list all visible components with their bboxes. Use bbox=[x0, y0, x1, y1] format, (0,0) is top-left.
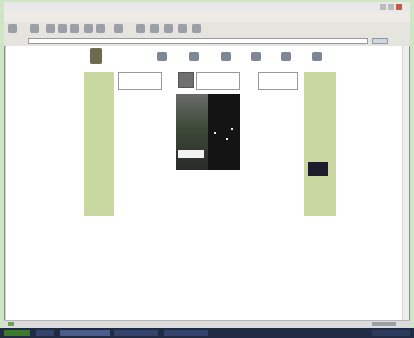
right-nav-item[interactable] bbox=[306, 90, 334, 98]
nav-icon-5[interactable] bbox=[281, 52, 291, 61]
feature-icon bbox=[178, 72, 194, 88]
minimize-icon[interactable] bbox=[380, 4, 386, 10]
system-tray-clock[interactable] bbox=[372, 330, 410, 336]
edit-icon[interactable] bbox=[164, 24, 173, 33]
mail-icon[interactable] bbox=[136, 24, 145, 33]
info-box-right-text bbox=[261, 75, 295, 87]
right-nav-item[interactable] bbox=[306, 146, 334, 154]
history-icon[interactable] bbox=[114, 24, 123, 33]
taskbar-button-browser[interactable] bbox=[60, 330, 110, 336]
refresh-icon[interactable] bbox=[58, 24, 67, 33]
center-text[interactable] bbox=[176, 182, 206, 190]
nav-icon-3[interactable] bbox=[221, 52, 231, 61]
close-icon[interactable] bbox=[396, 4, 402, 10]
info-box-center-text bbox=[199, 74, 237, 88]
left-nav-item[interactable] bbox=[86, 80, 112, 88]
nav-label-6[interactable] bbox=[302, 62, 330, 68]
nav-icon-1[interactable] bbox=[157, 52, 167, 61]
menu-file[interactable] bbox=[8, 13, 22, 21]
center-text[interactable] bbox=[150, 126, 174, 134]
address-label bbox=[8, 38, 26, 44]
photo-caption-bar bbox=[178, 150, 204, 158]
center-text[interactable] bbox=[146, 144, 174, 152]
messenger-icon[interactable] bbox=[192, 24, 201, 33]
stop-icon[interactable] bbox=[46, 24, 55, 33]
menu-help[interactable] bbox=[106, 13, 122, 21]
nav-label-2[interactable] bbox=[180, 62, 208, 68]
forward-icon[interactable] bbox=[30, 24, 39, 33]
photo-left[interactable] bbox=[176, 94, 208, 170]
center-text[interactable] bbox=[130, 118, 174, 126]
window-title bbox=[8, 3, 198, 11]
menu-favorites[interactable] bbox=[56, 13, 74, 21]
start-button[interactable] bbox=[4, 330, 30, 336]
right-nav-item[interactable] bbox=[306, 136, 334, 144]
right-nav-item[interactable] bbox=[306, 116, 334, 124]
site-logo[interactable] bbox=[90, 48, 102, 64]
left-nav-item[interactable] bbox=[86, 130, 112, 138]
print-icon[interactable] bbox=[150, 24, 159, 33]
photo-light bbox=[226, 138, 228, 140]
taskbar-button[interactable] bbox=[114, 330, 158, 336]
nav-icon-2[interactable] bbox=[189, 52, 199, 61]
left-nav-item[interactable] bbox=[86, 110, 112, 118]
center-text[interactable] bbox=[244, 170, 284, 178]
nav-icon-6[interactable] bbox=[312, 52, 322, 61]
photo-right[interactable] bbox=[208, 94, 240, 170]
scrollbar[interactable] bbox=[402, 46, 409, 320]
promo-banner[interactable] bbox=[308, 162, 328, 176]
home-icon[interactable] bbox=[70, 24, 79, 33]
nav-label-1[interactable] bbox=[148, 62, 176, 68]
menu-edit[interactable] bbox=[26, 13, 40, 21]
back-icon[interactable] bbox=[8, 24, 17, 33]
menu-view[interactable] bbox=[44, 13, 52, 21]
zone-icon bbox=[372, 322, 396, 326]
info-box-left-text bbox=[121, 75, 159, 87]
nav-label-3[interactable] bbox=[212, 62, 240, 68]
right-nav-item[interactable] bbox=[306, 108, 334, 116]
left-nav-item[interactable] bbox=[86, 100, 112, 108]
quick-launch[interactable] bbox=[36, 330, 54, 336]
photo-light bbox=[231, 128, 233, 130]
center-text[interactable] bbox=[138, 96, 174, 104]
top-links[interactable] bbox=[270, 46, 330, 51]
maximize-icon[interactable] bbox=[388, 4, 394, 10]
left-nav-item[interactable] bbox=[86, 140, 112, 148]
nav-label-5[interactable] bbox=[272, 62, 300, 68]
right-nav-item[interactable] bbox=[306, 126, 334, 134]
menu-extra[interactable] bbox=[126, 13, 138, 21]
right-nav-item[interactable] bbox=[306, 154, 334, 162]
site-name bbox=[106, 52, 148, 60]
page-icon bbox=[8, 322, 14, 326]
center-text[interactable] bbox=[144, 170, 174, 178]
nav-icon-4[interactable] bbox=[251, 52, 261, 61]
favorites-icon[interactable] bbox=[96, 24, 105, 33]
center-text[interactable] bbox=[244, 96, 284, 104]
left-nav-item[interactable] bbox=[86, 150, 112, 158]
menu-tools[interactable] bbox=[78, 13, 102, 21]
left-nav-item[interactable] bbox=[86, 120, 112, 128]
address-input[interactable] bbox=[28, 38, 368, 44]
discuss-icon[interactable] bbox=[178, 24, 187, 33]
left-nav-item[interactable] bbox=[86, 90, 112, 98]
center-text[interactable] bbox=[132, 182, 166, 190]
nav-label-4[interactable] bbox=[242, 62, 270, 68]
taskbar-button[interactable] bbox=[164, 330, 208, 336]
search-icon[interactable] bbox=[84, 24, 93, 33]
photo-light bbox=[214, 132, 216, 134]
right-nav-item[interactable] bbox=[306, 80, 334, 88]
go-button[interactable] bbox=[372, 38, 388, 44]
right-nav-item[interactable] bbox=[306, 100, 334, 108]
